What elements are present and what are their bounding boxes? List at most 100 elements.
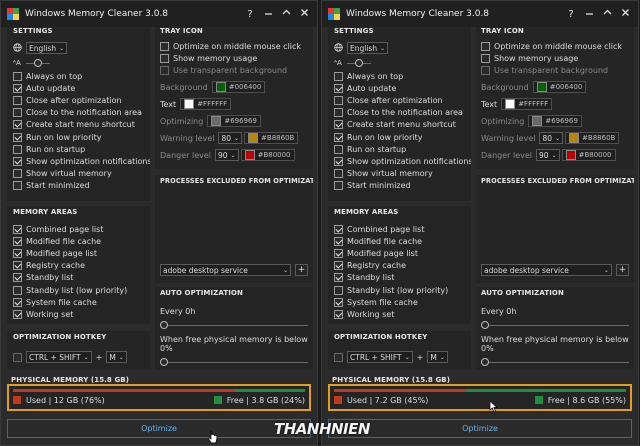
memory-area-checkbox[interactable] (13, 297, 22, 307)
transparent-bg-checkbox[interactable] (481, 65, 490, 75)
collapse-button[interactable] (598, 8, 616, 20)
memory-area-row[interactable]: System file cache (334, 296, 465, 308)
memory-area-checkbox[interactable] (13, 248, 22, 258)
memory-area-row[interactable]: Standby list (low priority) (334, 284, 465, 296)
memory-area-checkbox[interactable] (13, 309, 22, 319)
memory-area-checkbox[interactable] (13, 273, 22, 283)
free-memory-slider[interactable] (160, 358, 308, 366)
setting-checkbox[interactable] (13, 108, 22, 118)
danger-level-select[interactable]: 90 ⌄ (536, 149, 560, 162)
setting-row[interactable]: Auto update (334, 82, 465, 94)
setting-row[interactable]: Show optimization notifications (13, 155, 150, 167)
memory-area-checkbox[interactable] (334, 309, 343, 319)
setting-checkbox[interactable] (334, 71, 343, 81)
help-button[interactable]: ? (562, 9, 580, 20)
close-button[interactable] (295, 8, 313, 20)
memory-area-checkbox[interactable] (13, 224, 22, 234)
setting-checkbox[interactable] (13, 132, 22, 142)
memory-area-checkbox[interactable] (334, 248, 343, 258)
setting-row[interactable]: Start minimized (13, 180, 144, 192)
hotkey-modifier-select[interactable]: CTRL + SHIFT ⌄ (347, 351, 413, 363)
process-select[interactable]: adobe desktop service ⌄ (160, 264, 291, 276)
optimize-button[interactable]: Optimize (7, 419, 311, 438)
middle-click-checkbox[interactable] (481, 41, 490, 51)
show-usage-checkbox[interactable] (481, 53, 490, 63)
setting-checkbox[interactable] (13, 95, 22, 105)
add-process-button[interactable]: + (295, 264, 308, 276)
danger-level-select[interactable]: 90 ⌄ (215, 149, 239, 162)
setting-row[interactable]: Run on startup (13, 143, 144, 155)
setting-checkbox[interactable] (334, 120, 343, 130)
setting-row[interactable]: Close after optimization (334, 94, 465, 106)
setting-checkbox[interactable] (13, 156, 22, 166)
warning-color-field[interactable]: #B8860B (244, 132, 299, 145)
memory-area-row[interactable]: Combined page list (334, 223, 465, 235)
optimizing-color-field[interactable]: #696969 (207, 115, 261, 128)
danger-color-field[interactable]: #B80000 (240, 149, 295, 162)
hotkey-enable-checkbox[interactable] (13, 352, 22, 362)
every-hours-slider[interactable] (160, 321, 308, 329)
setting-checkbox[interactable] (13, 144, 22, 154)
setting-row[interactable]: Always on top (13, 70, 144, 82)
memory-area-checkbox[interactable] (334, 224, 343, 234)
setting-row[interactable]: Show virtual memory (13, 168, 144, 180)
close-button[interactable] (616, 8, 634, 20)
memory-area-checkbox[interactable] (334, 236, 343, 246)
background-color-field[interactable]: #006400 (211, 81, 266, 94)
setting-row[interactable]: Start minimized (334, 180, 465, 192)
optimize-button[interactable]: Optimize (328, 419, 632, 438)
memory-area-checkbox[interactable] (13, 285, 22, 295)
memory-area-checkbox[interactable] (334, 285, 343, 295)
memory-area-row[interactable]: Modified file cache (13, 235, 144, 247)
setting-row[interactable]: Show optimization notifications (334, 155, 471, 167)
setting-checkbox[interactable] (334, 132, 343, 142)
memory-area-row[interactable]: Combined page list (13, 223, 144, 235)
memory-area-checkbox[interactable] (334, 261, 343, 271)
setting-checkbox[interactable] (13, 120, 22, 130)
setting-row[interactable]: Always on top (334, 70, 465, 82)
setting-checkbox[interactable] (334, 144, 343, 154)
memory-area-checkbox[interactable] (334, 273, 343, 283)
middle-click-checkbox[interactable] (160, 41, 169, 51)
warning-level-select[interactable]: 80 ⌄ (539, 132, 564, 145)
minimize-button[interactable] (580, 8, 598, 20)
hotkey-key-select[interactable]: M ⌄ (106, 351, 127, 363)
setting-checkbox[interactable] (334, 156, 343, 166)
setting-checkbox[interactable] (13, 83, 22, 93)
background-color-field[interactable]: #006400 (532, 81, 587, 94)
memory-area-row[interactable]: System file cache (13, 296, 144, 308)
danger-color-field[interactable]: #B80000 (561, 149, 616, 162)
minimize-button[interactable] (259, 8, 277, 20)
setting-checkbox[interactable] (13, 181, 22, 191)
font-size-slider[interactable] (25, 59, 50, 67)
setting-checkbox[interactable] (334, 95, 343, 105)
setting-checkbox[interactable] (334, 181, 343, 191)
memory-area-checkbox[interactable] (334, 297, 343, 307)
transparent-bg-checkbox[interactable] (160, 65, 169, 75)
setting-checkbox[interactable] (334, 169, 343, 179)
hotkey-key-select[interactable]: M ⌄ (427, 351, 448, 363)
hotkey-enable-checkbox[interactable] (334, 352, 343, 362)
memory-area-checkbox[interactable] (13, 236, 22, 246)
language-select[interactable]: English ⌄ (26, 42, 68, 54)
collapse-button[interactable] (277, 8, 295, 20)
setting-row[interactable]: Run on low priority (13, 131, 144, 143)
memory-area-row[interactable]: Modified page list (334, 247, 465, 259)
process-select[interactable]: adobe desktop service ⌄ (481, 264, 612, 276)
setting-row[interactable]: Run on startup (334, 143, 465, 155)
every-hours-slider[interactable] (481, 321, 629, 329)
free-memory-slider[interactable] (481, 358, 629, 366)
warning-color-field[interactable]: #B8860B (565, 132, 620, 145)
setting-row[interactable]: Run on low priority (334, 131, 465, 143)
setting-checkbox[interactable] (334, 83, 343, 93)
setting-checkbox[interactable] (13, 169, 22, 179)
optimizing-color-field[interactable]: #696969 (528, 115, 582, 128)
memory-area-row[interactable]: Registry cache (13, 260, 144, 272)
setting-checkbox[interactable] (13, 71, 22, 81)
memory-area-row[interactable]: Registry cache (334, 260, 465, 272)
memory-area-row[interactable]: Standby list (13, 272, 144, 284)
language-select[interactable]: English ⌄ (347, 42, 389, 54)
memory-area-checkbox[interactable] (13, 261, 22, 271)
memory-area-row[interactable]: Modified file cache (334, 235, 465, 247)
hotkey-modifier-select[interactable]: CTRL + SHIFT ⌄ (26, 351, 92, 363)
